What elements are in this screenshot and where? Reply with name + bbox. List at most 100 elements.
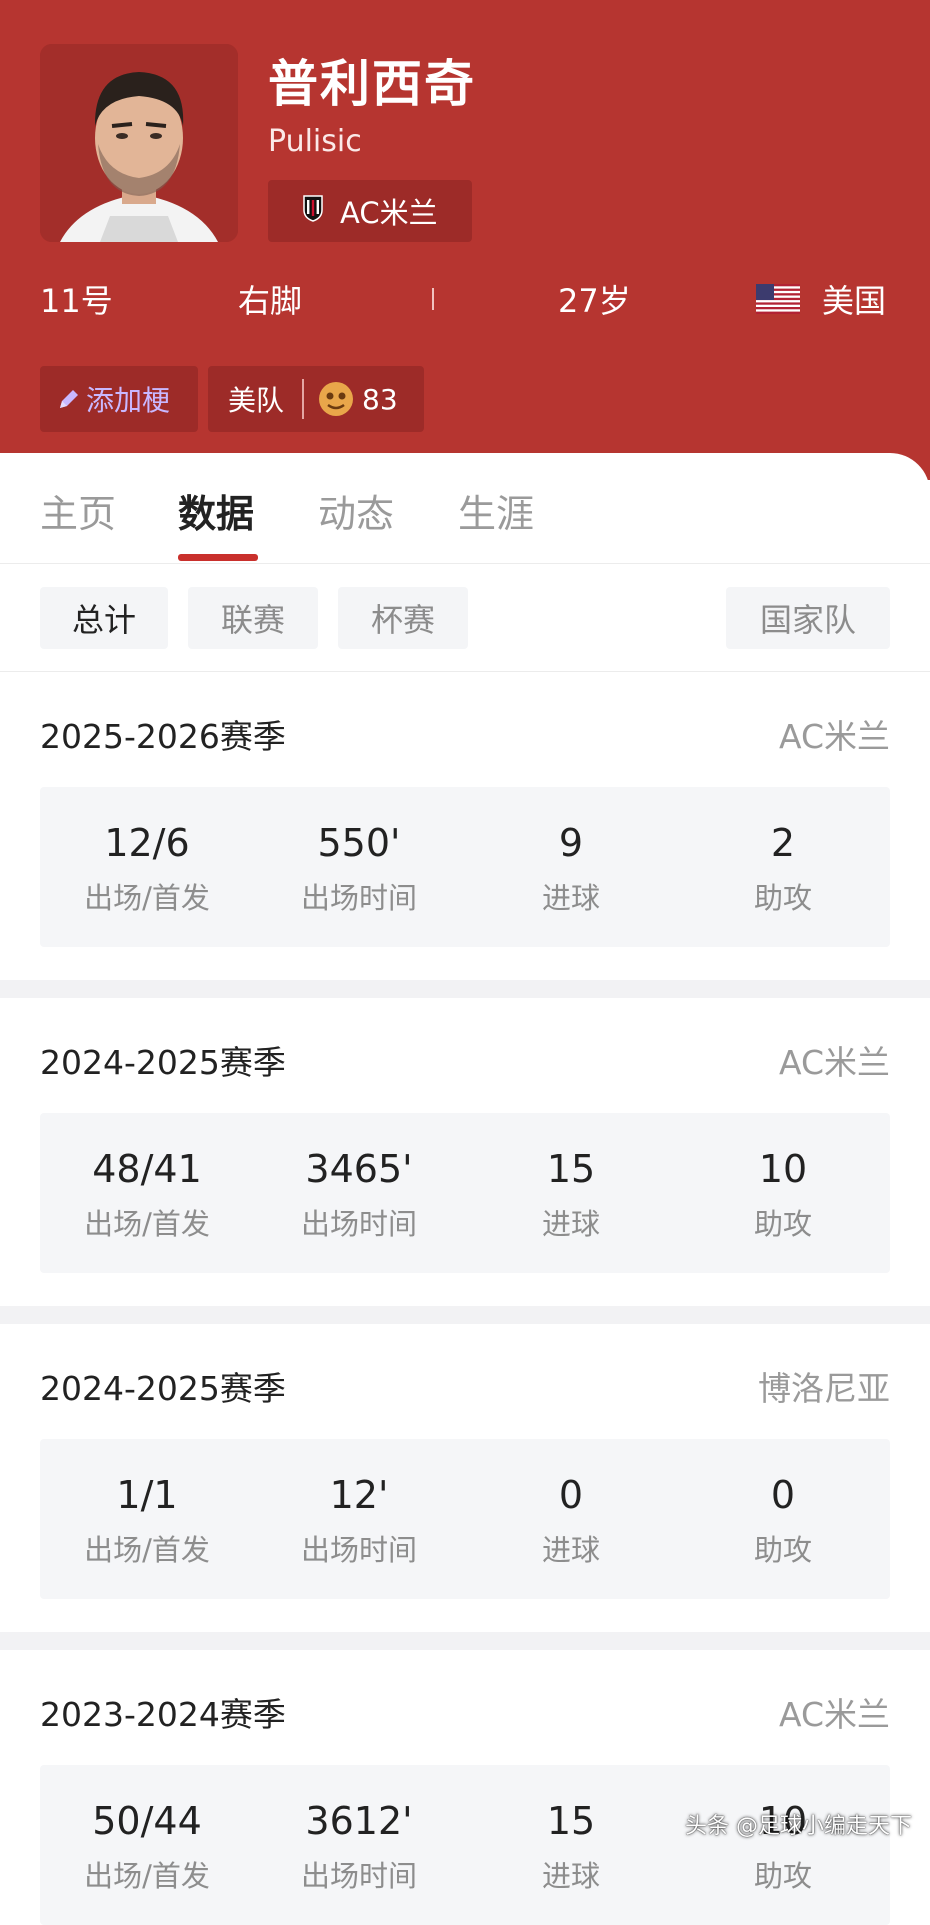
stat-appearances: 50/44 出场/首发 <box>40 1765 254 1925</box>
stat-minutes: 3465' 出场时间 <box>252 1113 466 1273</box>
add-tag-button[interactable]: 添加梗 <box>40 366 198 432</box>
stat-value: 3465' <box>305 1147 413 1191</box>
stat-assists: 10 助攻 <box>676 1765 890 1925</box>
us-flag-icon <box>756 284 800 314</box>
stat-label: 助攻 <box>753 1533 812 1567</box>
stat-goals: 0 进球 <box>464 1439 678 1599</box>
stat-label: 进球 <box>541 1533 600 1567</box>
stat-value: 48/41 <box>92 1147 202 1191</box>
section-gap <box>0 1306 930 1324</box>
player-name: 普利西奇 <box>268 55 476 113</box>
stat-appearances: 1/1 出场/首发 <box>40 1439 254 1599</box>
stat-value: 0 <box>770 1473 796 1517</box>
stat-value: 9 <box>558 821 584 865</box>
stat-label: 进球 <box>541 1859 600 1893</box>
stat-label: 助攻 <box>753 881 812 915</box>
team-tag-chip[interactable]: 美队 83 <box>208 366 424 432</box>
nationality: 美国 <box>822 282 887 320</box>
section-gap <box>0 980 930 998</box>
stat-appearances: 12/6 出场/首发 <box>40 787 254 947</box>
stat-label: 出场/首发 <box>84 1533 210 1567</box>
preferred-foot: 右脚 <box>238 282 303 320</box>
season-title: 2024-2025赛季 <box>40 1043 286 1082</box>
player-age: 27岁 <box>558 282 631 320</box>
filters-divider <box>0 671 930 672</box>
stat-label: 进球 <box>541 1207 600 1241</box>
season-club: AC米兰 <box>778 1043 890 1082</box>
stat-value: 550' <box>317 821 401 865</box>
stat-goals: 9 进球 <box>464 787 678 947</box>
season-card: 2024-2025赛季 博洛尼亚 1/1 出场/首发 12' 出场时间 0 进球… <box>0 1332 930 1632</box>
filter-league[interactable]: 联赛 <box>188 587 318 649</box>
section-gap <box>0 1632 930 1650</box>
club-chip[interactable]: AC米兰 <box>268 180 472 242</box>
info-divider <box>432 288 434 310</box>
stat-goals: 15 进球 <box>464 1113 678 1273</box>
season-club: 博洛尼亚 <box>758 1369 890 1408</box>
stat-value: 12' <box>329 1473 389 1517</box>
stat-label: 助攻 <box>753 1859 812 1893</box>
watermark: 头条 @足球小编走天下 <box>685 1814 912 1839</box>
fan-face-icon <box>319 382 354 416</box>
season-card: 2024-2025赛季 AC米兰 48/41 出场/首发 3465' 出场时间 … <box>0 1006 930 1306</box>
stat-assists: 2 助攻 <box>676 787 890 947</box>
stat-minutes: 12' 出场时间 <box>252 1439 466 1599</box>
stat-assists: 0 助攻 <box>676 1439 890 1599</box>
stats-box: 12/6 出场/首发 550' 出场时间 9 进球 2 助攻 <box>40 787 890 947</box>
stat-label: 出场/首发 <box>84 881 210 915</box>
stat-label: 出场时间 <box>300 1533 417 1567</box>
stat-value: 1/1 <box>116 1473 178 1517</box>
player-info-row: 11号 右脚 27岁 美国 <box>0 276 930 326</box>
stat-minutes: 3612' 出场时间 <box>252 1765 466 1925</box>
tab-home[interactable]: 主页 <box>40 483 116 538</box>
filter-bar: 总计 联赛 杯赛 国家队 <box>0 587 930 649</box>
stat-value: 0 <box>558 1473 584 1517</box>
season-club: AC米兰 <box>778 717 890 756</box>
stat-minutes: 550' 出场时间 <box>252 787 466 947</box>
tab-bar: 主页 数据 动态 生涯 <box>0 453 930 564</box>
stats-box: 48/41 出场/首发 3465' 出场时间 15 进球 10 助攻 <box>40 1113 890 1273</box>
club-name: AC米兰 <box>340 196 438 230</box>
stat-value: 15 <box>546 1799 596 1843</box>
filter-national-team[interactable]: 国家队 <box>726 587 890 649</box>
stat-value: 50/44 <box>92 1799 202 1843</box>
stat-value: 2 <box>770 821 796 865</box>
season-title: 2023-2024赛季 <box>40 1695 286 1734</box>
filter-cup[interactable]: 杯赛 <box>338 587 468 649</box>
stat-value: 15 <box>546 1147 596 1191</box>
season-title: 2025-2026赛季 <box>40 717 286 756</box>
stat-label: 进球 <box>541 881 600 915</box>
stat-label: 出场时间 <box>300 881 417 915</box>
stat-label: 助攻 <box>753 1207 812 1241</box>
season-card: 2025-2026赛季 AC米兰 12/6 出场/首发 550' 出场时间 9 … <box>0 680 930 980</box>
stat-goals: 15 进球 <box>464 1765 678 1925</box>
team-tag-label: 美队 <box>228 384 285 417</box>
active-tab-indicator <box>178 554 258 561</box>
season-title: 2024-2025赛季 <box>40 1369 286 1408</box>
stat-value: 12/6 <box>104 821 190 865</box>
stats-box: 50/44 出场/首发 3612' 出场时间 15 进球 10 助攻 <box>40 1765 890 1925</box>
stat-label: 出场/首发 <box>84 1859 210 1893</box>
stat-label: 出场时间 <box>300 1207 417 1241</box>
player-english-name: Pulisic <box>268 124 362 159</box>
ac-milan-badge-icon <box>302 194 324 229</box>
tab-career[interactable]: 生涯 <box>458 483 534 538</box>
tab-data[interactable]: 数据 <box>178 483 254 538</box>
filter-total[interactable]: 总计 <box>40 587 168 649</box>
shirt-number: 11号 <box>40 282 113 320</box>
stats-box: 1/1 出场/首发 12' 出场时间 0 进球 0 助攻 <box>40 1439 890 1599</box>
stat-value: 3612' <box>305 1799 413 1843</box>
pencil-icon <box>60 390 78 408</box>
team-score: 83 <box>362 382 398 416</box>
stat-label: 出场/首发 <box>84 1207 210 1241</box>
tab-activity[interactable]: 动态 <box>318 483 394 538</box>
stat-label: 出场时间 <box>300 1859 417 1893</box>
player-header: 普利西奇 Pulisic AC米兰 11号 右脚 27岁 美国 添加梗 美队 8… <box>0 0 930 480</box>
chip-divider <box>302 379 305 419</box>
stat-value: 10 <box>758 1147 808 1191</box>
player-photo <box>40 44 238 242</box>
season-club: AC米兰 <box>778 1695 890 1734</box>
stat-appearances: 48/41 出场/首发 <box>40 1113 254 1273</box>
stat-assists: 10 助攻 <box>676 1113 890 1273</box>
add-tag-label: 添加梗 <box>86 384 171 417</box>
